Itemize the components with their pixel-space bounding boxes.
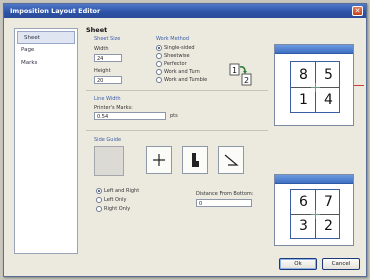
side-guide-radio-left-and-right[interactable] [96, 188, 102, 194]
side-guide-radio-left-only[interactable] [96, 197, 102, 203]
side-guide-group-title: Side Guide [94, 137, 122, 143]
section-list: Sheet Page Marks [14, 28, 78, 254]
nav-item-sheet[interactable]: Sheet [17, 31, 75, 44]
sheet-flip-icon: 1 2 [229, 63, 252, 86]
window-title: Imposition Layout Editor [10, 7, 101, 15]
front-page-number: 1 [232, 66, 237, 75]
panel-heading: Sheet [86, 26, 108, 34]
side-guide-label: Left and Right [104, 188, 140, 194]
diagonal-line-icon [224, 154, 239, 166]
nav-item-marks[interactable]: Marks [15, 57, 77, 70]
center-guide-tool[interactable] [146, 146, 172, 174]
work-method-radio-perfector[interactable] [156, 61, 162, 67]
work-method-label: Sheetwise [164, 53, 190, 59]
back-page-grid: 6 7 3 2 [290, 189, 340, 239]
work-method-radio-work-and-tumble[interactable] [156, 77, 162, 83]
work-method-group-title: Work Method [156, 36, 190, 42]
ok-button[interactable]: Ok [279, 258, 317, 270]
work-method-label: Work and Turn [164, 69, 200, 75]
side-guide-radio-right-only[interactable] [96, 206, 102, 212]
printers-marks-field[interactable]: 0.54 [94, 112, 166, 120]
sheet-size-group-title: Sheet Size [94, 36, 121, 42]
close-icon[interactable]: ✕ [352, 6, 363, 16]
nav-item-page[interactable]: Page [15, 44, 77, 57]
front-sheet-preview: 8 5 1 4 [274, 44, 354, 126]
work-method-radio-sheetwise[interactable] [156, 53, 162, 59]
work-method-radio-single-sided[interactable] [156, 45, 162, 51]
line-width-unit: pts [170, 113, 178, 119]
divider [86, 90, 268, 91]
angle-guide-tool[interactable] [218, 146, 244, 174]
crosshair-icon [311, 83, 320, 92]
work-method-label: Perfector [164, 61, 187, 67]
crosshair-icon [311, 210, 320, 219]
distance-from-bottom-field[interactable]: 0 [196, 199, 252, 207]
back-sheet-preview: 6 7 3 2 [274, 174, 354, 246]
width-field[interactable]: 24 [94, 54, 122, 62]
back-page-number: 2 [244, 76, 249, 85]
height-field[interactable]: 20 [94, 76, 122, 84]
work-method-radio-work-and-turn[interactable] [156, 69, 162, 75]
front-page-grid: 8 5 1 4 [290, 61, 340, 113]
cancel-button[interactable]: Cancel [322, 258, 360, 270]
preview-header [275, 45, 353, 54]
work-method-label: Single-sided [164, 45, 195, 51]
no-guide-tool[interactable] [94, 146, 124, 176]
preview-header [275, 175, 353, 184]
side-lay-icon [192, 153, 199, 167]
guide-indicator-line [354, 85, 364, 86]
width-label: Width [94, 46, 109, 52]
side-guide-label: Left Only [104, 197, 127, 203]
side-guide-label: Right Only [104, 206, 131, 212]
sheet-panel: Sheet Sheet Size Width 24 Height 20 Work… [84, 26, 270, 254]
side-guide-tool[interactable] [182, 146, 208, 174]
editor-window: Imposition Layout Editor ✕ Sheet Page Ma… [3, 3, 367, 277]
divider [86, 130, 268, 131]
line-width-group-title: Line Width [94, 96, 121, 102]
title-bar: Imposition Layout Editor ✕ [4, 4, 366, 18]
plus-icon [153, 154, 165, 166]
work-method-label: Work and Tumble [164, 77, 208, 83]
printers-marks-label: Printer's Marks: [94, 105, 133, 111]
height-label: Height [94, 68, 111, 74]
distance-from-bottom-label: Distance From Bottom: [196, 191, 254, 197]
